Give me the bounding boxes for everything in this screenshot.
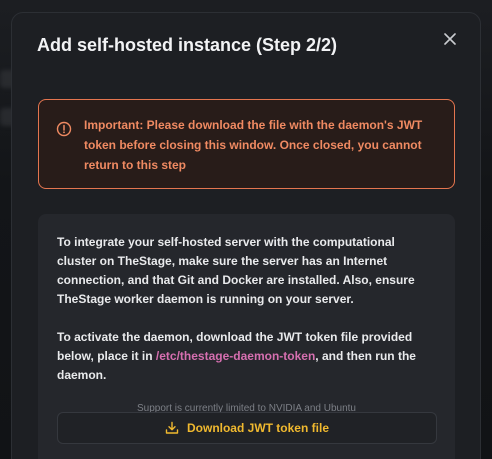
download-icon — [165, 421, 179, 434]
activation-paragraph: To activate the daemon, download the JWT… — [57, 328, 436, 385]
modal-title: Add self-hosted instance (Step 2/2) — [37, 35, 338, 55]
instructions-paragraph: To integrate your self-hosted server wit… — [57, 235, 415, 306]
download-jwt-button[interactable]: Download JWT token file — [57, 412, 437, 444]
important-alert: Important: Please download the file with… — [38, 99, 455, 189]
download-label: Download JWT token file — [186, 421, 329, 435]
alert-text: Important: Please download the file with… — [84, 118, 423, 172]
close-button[interactable] — [440, 29, 460, 49]
token-path: /etc/thestage-daemon-token — [155, 349, 316, 363]
warning-circle-icon — [56, 121, 72, 137]
instructions-panel: To integrate your self-hosted server wit… — [38, 214, 455, 459]
add-instance-modal: Add self-hosted instance (Step 2/2) Impo… — [11, 12, 481, 459]
close-icon — [444, 33, 456, 45]
